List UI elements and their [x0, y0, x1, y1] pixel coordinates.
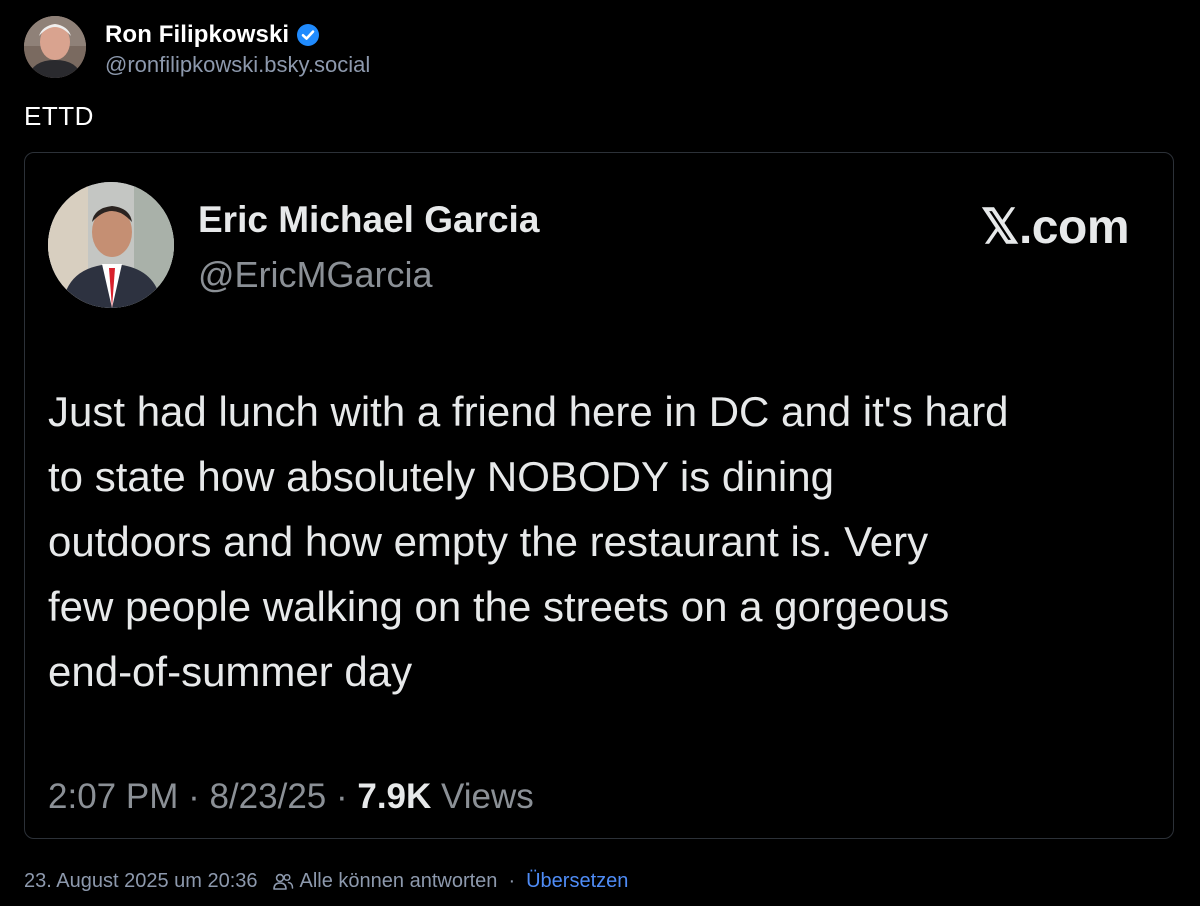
post-footer: 23. August 2025 um 20:36 Alle können ant… [24, 870, 628, 893]
meta-separator: · [178, 777, 210, 816]
author-name-row: Ron Filipkowski [105, 20, 370, 50]
quoted-post-text: Just had lunch with a friend here in DC … [48, 388, 1009, 695]
author-avatar[interactable] [24, 16, 86, 78]
post-header: Ron Filipkowski @ronfilipkowski.bsky.soc… [24, 16, 370, 78]
quoted-author-handle: @EricMGarcia [198, 254, 433, 295]
quoted-author-avatar [48, 182, 174, 308]
author-name[interactable]: Ron Filipkowski [105, 21, 289, 49]
author-avatar-image [24, 16, 86, 78]
x-logo: 𝕏.com [980, 201, 1130, 254]
quoted-post-date: 8/23/25 [209, 777, 327, 816]
quoted-post-meta: 2:07 PM · 8/23/25 · 7.9K Views [48, 777, 534, 817]
quoted-author-avatar-image [48, 182, 174, 308]
reply-setting[interactable]: Alle können antworten [300, 870, 498, 893]
post-text: ETTD [24, 101, 94, 131]
translate-link[interactable]: Übersetzen [526, 870, 628, 893]
views-label: Views [431, 777, 534, 816]
author-handle[interactable]: @ronfilipkowski.bsky.social [105, 52, 370, 78]
quoted-post-image[interactable]: Eric Michael Garcia @EricMGarcia 𝕏.com J… [24, 152, 1174, 839]
quoted-post-time: 2:07 PM [48, 777, 179, 816]
post-timestamp[interactable]: 23. August 2025 um 20:36 [24, 870, 258, 893]
author-block: Ron Filipkowski @ronfilipkowski.bsky.soc… [105, 16, 370, 78]
footer-separator: · [508, 870, 516, 892]
people-icon [272, 871, 294, 893]
meta-separator: · [326, 777, 358, 816]
quoted-author-name: Eric Michael Garcia [198, 199, 540, 240]
views-count: 7.9K [357, 777, 432, 816]
verified-badge-icon [296, 23, 320, 47]
